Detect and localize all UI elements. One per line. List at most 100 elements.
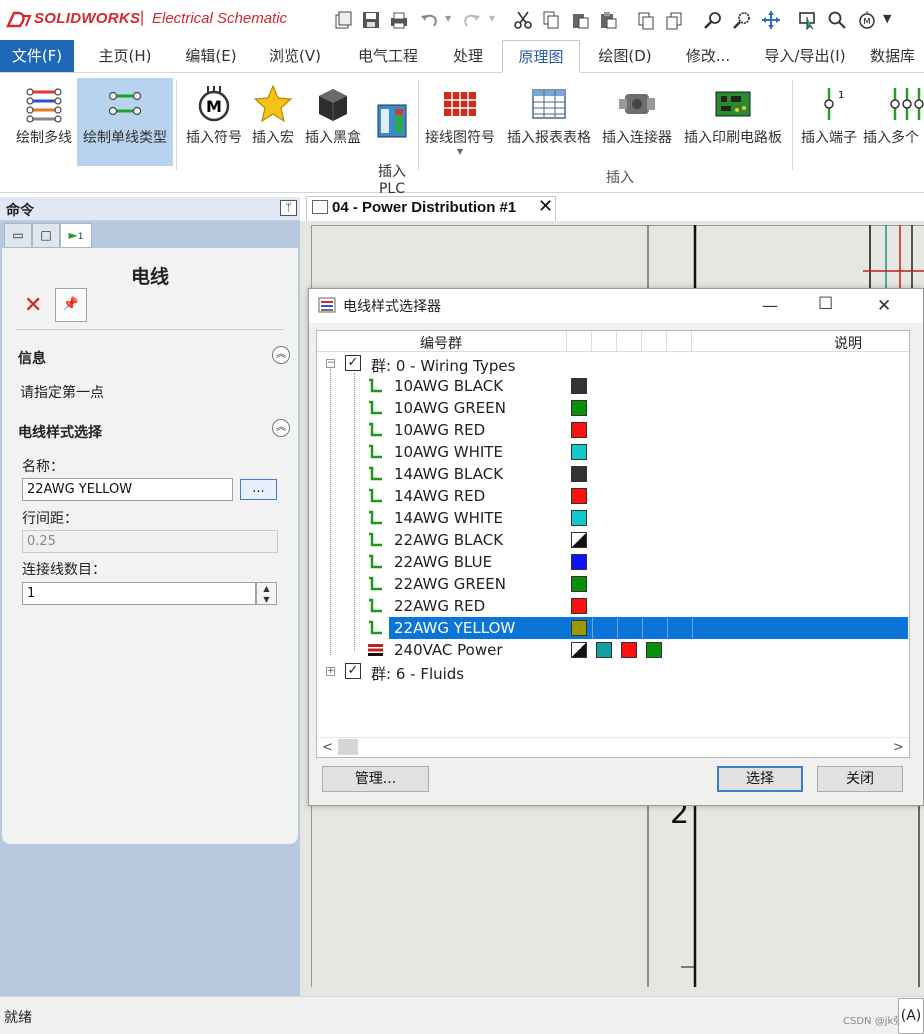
wire-count-field[interactable]: 1 xyxy=(22,582,256,605)
tree-item-row[interactable]: 10AWG BLACK xyxy=(317,375,909,397)
tree-item-row[interactable]: 14AWG BLACK xyxy=(317,463,909,485)
customize-dropdown-icon[interactable]: ▼ xyxy=(883,12,903,32)
spacing-field: 0.25 xyxy=(22,530,278,553)
insert-pcb-button[interactable]: 插入印刷电路板 xyxy=(678,78,788,166)
tree-item-row[interactable]: 10AWG GREEN xyxy=(317,397,909,419)
wiring-diagram-symbol-button[interactable]: 接线图符号 ▼ xyxy=(421,78,499,166)
cut-icon[interactable] xyxy=(513,10,533,30)
tree-group-row[interactable]: − ✓ 群: 0 - Wiring Types xyxy=(317,353,909,375)
header-cell[interactable] xyxy=(617,331,642,352)
tab-edit[interactable]: 编辑(E) xyxy=(174,40,248,73)
insert-macro-button[interactable]: 插入宏 xyxy=(249,78,297,166)
collapse-info-icon[interactable]: ︽ xyxy=(272,346,290,364)
minimize-icon[interactable]: — xyxy=(762,296,778,315)
tree-item-row[interactable]: 22AWG RED xyxy=(317,595,909,617)
cancel-icon[interactable]: ✕ xyxy=(24,295,44,317)
stepper-down-icon[interactable]: ▼ xyxy=(257,594,276,605)
paste-special-icon[interactable] xyxy=(570,10,590,30)
scroll-thumb[interactable] xyxy=(338,739,358,755)
horizontal-scrollbar[interactable] xyxy=(317,737,909,757)
tab-database[interactable]: 数据库 xyxy=(870,40,924,73)
pin-pane-icon[interactable]: ᛘ xyxy=(280,200,297,216)
tab-import-export[interactable]: 导入/导出(I) xyxy=(756,40,854,73)
browse-wire-style-button[interactable]: ... xyxy=(240,479,277,500)
tab-command-icon[interactable]: ►1 xyxy=(60,223,92,248)
stepper-up-icon[interactable]: ▲ xyxy=(257,583,276,594)
tree-item-row[interactable]: 22AWG BLUE xyxy=(317,551,909,573)
color-swatch xyxy=(571,620,587,636)
select-icon[interactable] xyxy=(798,10,818,30)
pcb-icon xyxy=(715,91,751,117)
tab-electrical[interactable]: 电气工程 xyxy=(346,40,430,73)
draw-single-wire-button[interactable]: 绘制单线类型 xyxy=(77,78,173,166)
insert-multiple-terminals-button[interactable]: 插入多个 xyxy=(863,78,924,166)
tab-schematic[interactable]: 原理图 xyxy=(502,40,580,73)
expand-icon[interactable]: + xyxy=(326,667,335,676)
manage-button[interactable]: 管理... xyxy=(322,766,429,792)
save-icon[interactable] xyxy=(361,10,381,30)
wire-style-name-field[interactable]: 22AWG YELLOW xyxy=(22,478,233,501)
copy-icon[interactable] xyxy=(541,10,561,30)
group-checkbox[interactable]: ✓ xyxy=(345,663,361,679)
undo-icon[interactable] xyxy=(419,10,439,30)
insert-connector-button[interactable]: 插入连接器 xyxy=(598,78,676,166)
tree-item-row[interactable]: 10AWG RED xyxy=(317,419,909,441)
search-icon[interactable] xyxy=(827,10,847,30)
draw-multi-wire-button[interactable]: 绘制多线 xyxy=(12,78,76,166)
wiring-diagram-symbol-label: 接线图符号 xyxy=(425,130,495,146)
zoom-next-icon[interactable] xyxy=(664,10,684,30)
zoom-previous-icon[interactable] xyxy=(636,10,656,30)
tab-draw[interactable]: 绘图(D) xyxy=(590,40,660,73)
plc-icon xyxy=(377,104,407,138)
close-document-icon[interactable]: ✕ xyxy=(538,196,553,217)
new-document-icon[interactable] xyxy=(333,10,353,30)
tree-item-row[interactable]: 22AWG GREEN xyxy=(317,573,909,595)
wire-count-stepper[interactable]: ▲ ▼ xyxy=(256,582,277,605)
header-cell[interactable] xyxy=(592,331,617,352)
column-header-group[interactable]: 编号群 xyxy=(420,333,462,353)
file-menu[interactable]: 文件(F) xyxy=(0,40,74,72)
redo-dropdown-icon[interactable]: ▼ xyxy=(489,14,509,34)
insert-terminal-button[interactable]: 1 插入端子 xyxy=(797,78,861,166)
tree-item-row[interactable]: 14AWG WHITE xyxy=(317,507,909,529)
tab-sheet-icon[interactable]: □ xyxy=(32,223,60,248)
header-cell[interactable] xyxy=(642,331,667,352)
tree-item-row[interactable]: 22AWG BLACK xyxy=(317,529,909,551)
tree-item-row[interactable]: 10AWG WHITE xyxy=(317,441,909,463)
header-cell[interactable] xyxy=(667,331,692,352)
maximize-icon[interactable]: ☐ xyxy=(818,294,833,314)
header-cell[interactable] xyxy=(567,331,592,352)
collapse-icon[interactable]: − xyxy=(326,359,335,368)
tab-view[interactable]: 浏览(V) xyxy=(258,40,332,73)
tree-item-row[interactable]: 240VAC Power xyxy=(317,639,909,661)
print-icon[interactable] xyxy=(389,10,409,30)
redo-icon[interactable] xyxy=(462,10,482,30)
scroll-right-icon[interactable]: > xyxy=(893,740,904,755)
insert-symbol-button[interactable]: M 插入符号 xyxy=(183,78,245,166)
zoom-window-icon[interactable] xyxy=(732,10,752,30)
close-dialog-icon[interactable]: ✕ xyxy=(877,296,891,316)
insert-blackbox-button[interactable]: 插入黑盒 xyxy=(301,78,365,166)
close-button[interactable]: 关闭 xyxy=(817,766,903,792)
motor-icon[interactable]: M xyxy=(857,10,877,30)
collapse-style-icon[interactable]: ︽ xyxy=(272,419,290,437)
insert-report-table-button[interactable]: 插入报表表格 xyxy=(502,78,596,166)
scroll-left-icon[interactable]: < xyxy=(322,740,333,755)
keep-visible-icon[interactable]: 📌 xyxy=(55,288,87,322)
paste-icon[interactable] xyxy=(598,10,618,30)
zoom-fit-icon[interactable] xyxy=(703,10,723,30)
select-button[interactable]: 选择 xyxy=(717,766,803,792)
tree-group-row[interactable]: + ✓ 群: 6 - Fluids xyxy=(317,661,909,683)
group-checkbox[interactable]: ✓ xyxy=(345,355,361,371)
chevron-down-icon[interactable]: ▼ xyxy=(421,147,499,157)
tab-home[interactable]: 主页(H) xyxy=(86,40,164,73)
connector-icon xyxy=(619,94,655,114)
tab-process[interactable]: 处理 xyxy=(440,40,496,73)
tab-document-icon[interactable]: ▭ xyxy=(4,223,32,248)
tab-modify[interactable]: 修改... xyxy=(674,40,742,73)
tree-item-row[interactable]: 14AWG RED xyxy=(317,485,909,507)
tree-item-row[interactable]: 22AWG YELLOW xyxy=(389,617,908,639)
pan-icon[interactable] xyxy=(761,10,781,30)
insert-plc-button[interactable]: 插入 PLC xyxy=(370,78,414,197)
column-header-description[interactable]: 说明 xyxy=(834,333,862,353)
